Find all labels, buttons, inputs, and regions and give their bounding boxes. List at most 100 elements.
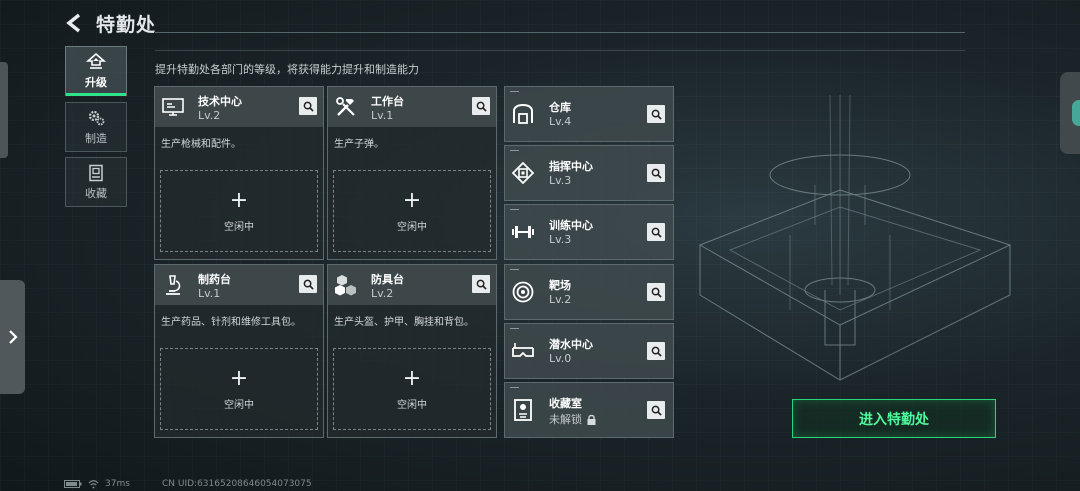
search-icon (651, 227, 662, 238)
back-arrow-icon (66, 13, 81, 33)
search-icon (476, 101, 487, 112)
facility-card-diving-center[interactable]: 潜水中心 Lv.0 (504, 323, 674, 379)
battery-icon (64, 480, 82, 488)
facility-name: 工作台 (371, 95, 404, 108)
inspect-button[interactable] (647, 401, 665, 419)
ping-value: 37ms (105, 479, 130, 489)
add-icon: + (229, 365, 249, 391)
add-icon: + (402, 365, 422, 391)
facility-card-warehouse[interactable]: 仓库 Lv.4 (504, 86, 674, 142)
facility-card-shooting-range[interactable]: 靶场 Lv.2 (504, 264, 674, 320)
facility-level: Lv.1 (371, 109, 394, 122)
page-title: 特勤处 (96, 14, 157, 36)
facility-name: 潜水中心 (549, 338, 593, 351)
facility-level: 未解锁 (549, 411, 596, 427)
card-header: 防具台 Lv.2 (328, 265, 496, 305)
facility-card-tech-center[interactable]: 技术中心 Lv.2 生产枪械和配件。 + 空闲中 (154, 86, 324, 260)
inspect-button[interactable] (647, 164, 665, 182)
production-slot[interactable]: + 空闲中 (160, 348, 318, 430)
facility-card-pharmacy[interactable]: 制药台 Lv.1 生产药品、针剂和维修工具包。 + 空闲中 (154, 264, 324, 438)
facility-level-text: Lv.2 (549, 293, 572, 306)
chevron-right-icon (8, 330, 18, 344)
facility-description: 生产头盔、护甲、胸挂和背包。 (334, 317, 474, 328)
facility-level: Lv.4 (549, 115, 571, 128)
facility-level: Lv.2 (371, 287, 394, 300)
search-icon (651, 287, 662, 298)
inspect-button[interactable] (299, 275, 317, 293)
warehouse-icon (513, 103, 533, 124)
inspect-button[interactable] (472, 97, 490, 115)
facility-card-workbench[interactable]: 工作台 Lv.1 生产子弹。 + 空闲中 (327, 86, 497, 260)
facility-card-armory[interactable]: 防具台 Lv.2 生产头盔、护甲、胸挂和背包。 + 空闲中 (327, 264, 497, 438)
back-button[interactable] (62, 10, 88, 36)
command-chip-icon (511, 161, 535, 185)
facility-level-text: Lv.3 (549, 233, 572, 246)
tab-craft-label: 制造 (85, 131, 107, 145)
facility-level-text: Lv.4 (549, 115, 572, 128)
tab-upgrade-label: 升级 (85, 75, 107, 89)
facility-level: Lv.3 (549, 233, 571, 246)
headquarters-hologram (698, 95, 1012, 381)
tab-collection-label: 收藏 (85, 186, 107, 200)
search-icon (651, 346, 662, 357)
title-divider (155, 32, 965, 33)
facility-name: 制药台 (198, 273, 231, 286)
search-icon (303, 279, 314, 290)
lock-icon (587, 414, 596, 425)
enter-special-ops-button[interactable]: 进入特勤处 (792, 399, 996, 438)
slot-status: 空闲中 (397, 221, 427, 233)
wifi-icon (88, 479, 99, 488)
search-icon (651, 168, 662, 179)
facility-description: 生产子弹。 (334, 139, 384, 150)
upgrade-arrow-icon (86, 52, 106, 69)
diving-goggles-icon (512, 343, 534, 357)
page-subtitle: 提升特勤处各部门的等级，将获得能力提升和制造能力 (155, 63, 419, 76)
facility-card-training-center[interactable]: 训练中心 Lv.3 (504, 204, 674, 260)
tab-collection[interactable]: 收藏 (65, 157, 127, 207)
facility-description: 生产药品、针剂和维修工具包。 (161, 317, 301, 328)
facility-level-text: Lv.3 (549, 174, 572, 187)
gears-icon (88, 110, 105, 125)
dumbbell-icon (512, 226, 534, 238)
card-header: 工作台 Lv.1 (328, 87, 496, 127)
facility-card-collection-room[interactable]: 收藏室 未解锁 (504, 382, 674, 438)
workstation-icon (162, 98, 184, 116)
facility-name: 防具台 (371, 273, 404, 286)
enter-button-label: 进入特勤处 (859, 411, 929, 428)
facility-name: 收藏室 (549, 397, 582, 410)
slot-status: 空闲中 (224, 399, 254, 411)
search-icon (476, 279, 487, 290)
tab-craft[interactable]: 制造 (65, 102, 127, 152)
add-icon: + (229, 187, 249, 213)
facility-name: 靶场 (549, 279, 571, 292)
search-icon (651, 405, 662, 416)
inspect-button[interactable] (647, 342, 665, 360)
target-icon (512, 281, 534, 303)
user-uid: CN UID:63165208646054073075 (162, 479, 312, 489)
slot-status: 空闲中 (224, 221, 254, 233)
facility-name: 仓库 (549, 101, 571, 114)
production-slot[interactable]: + 空闲中 (333, 348, 491, 430)
production-slot[interactable]: + 空闲中 (160, 170, 318, 252)
inspect-button[interactable] (647, 223, 665, 241)
card-header: 技术中心 Lv.2 (155, 87, 323, 127)
left-edge-handle[interactable] (0, 62, 8, 158)
production-slot[interactable]: + 空闲中 (333, 170, 491, 252)
trophy-case-icon (514, 399, 532, 421)
inspect-button[interactable] (647, 105, 665, 123)
armor-cubes-icon (335, 275, 356, 296)
inspect-button[interactable] (299, 97, 317, 115)
facility-level-text: Lv.0 (549, 352, 572, 365)
search-icon (303, 101, 314, 112)
facility-level-text: 未解锁 (549, 413, 582, 426)
tab-upgrade[interactable]: 升级 (65, 46, 127, 96)
inspect-button[interactable] (472, 275, 490, 293)
facility-level: Lv.3 (549, 174, 571, 187)
expand-sidebar-button[interactable] (0, 280, 25, 394)
facility-level: Lv.0 (549, 352, 571, 365)
facility-card-command-center[interactable]: 指挥中心 Lv.3 (504, 145, 674, 201)
facility-name: 指挥中心 (549, 160, 593, 173)
inspect-button[interactable] (647, 283, 665, 301)
status-bar: 37ms (64, 479, 130, 489)
facility-level: Lv.1 (198, 287, 221, 300)
